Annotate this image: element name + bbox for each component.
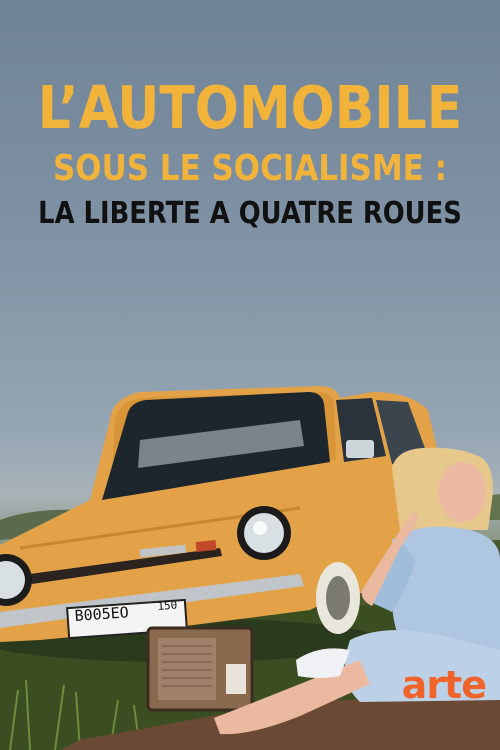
license-plate-region: 150 — [157, 598, 178, 613]
title-line-3: LA LIBERTE A QUATRE ROUES — [38, 196, 462, 231]
poster: L’AUTOMOBILE SOUS LE SOCIALISME : LA LIB… — [0, 0, 500, 750]
headlight-right-glare — [253, 521, 267, 535]
arte-logo: arte — [401, 663, 487, 707]
side-mirror — [346, 440, 374, 458]
title-block: L’AUTOMOBILE SOUS LE SOCIALISME : LA LIB… — [0, 78, 500, 229]
woman-face — [438, 462, 486, 522]
title-line-1: L’AUTOMOBILE — [37, 73, 463, 142]
radio-dial — [226, 664, 246, 694]
title-line-2: SOUS LE SOCIALISME : — [53, 148, 447, 189]
indicator-light — [195, 539, 217, 553]
license-plate-number: B005EO — [74, 603, 130, 625]
radio-speaker — [158, 638, 216, 700]
wheel-front-hub — [326, 576, 350, 620]
